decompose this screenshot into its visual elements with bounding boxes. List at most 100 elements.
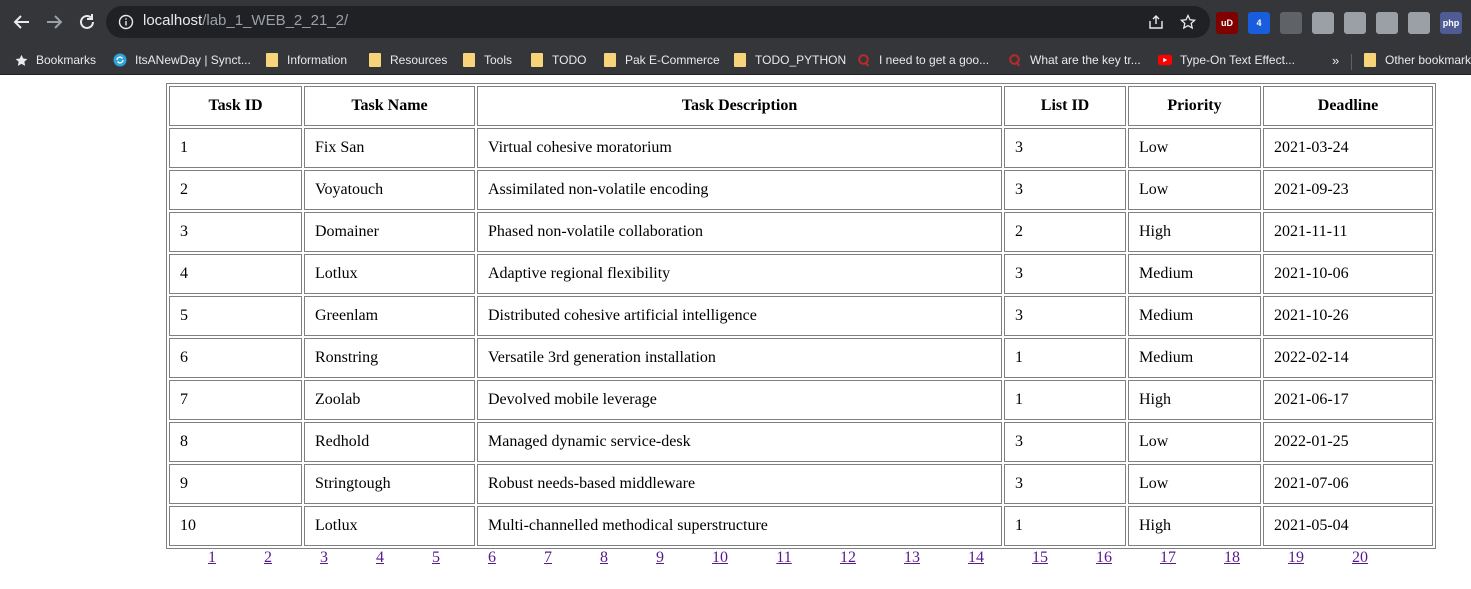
bookmark-label: ItsANewDay | Synct... [135, 53, 251, 67]
reload-icon [80, 14, 94, 29]
table-cell: 2021-10-06 [1263, 254, 1433, 294]
page-link[interactable]: 2 [264, 549, 272, 567]
chevron-double-right-icon: » [1332, 52, 1340, 68]
page-link[interactable]: 11 [776, 549, 791, 567]
table-cell: 5 [169, 296, 302, 336]
bookmarks-divider [1351, 54, 1352, 70]
bookmark-label: Information [287, 53, 348, 67]
star-icon [14, 53, 28, 67]
page-link[interactable]: 1 [208, 549, 216, 567]
table-row: 7 Zoolab Devolved mobile leverage 1 High 2021… [169, 380, 1433, 420]
table-cell: 6 [169, 338, 302, 378]
table-cell: Zoolab [304, 380, 475, 420]
table-header-row: Task ID Task Name Task Description List ID P… [169, 86, 1433, 126]
php-extension-icon[interactable]: php [1440, 12, 1462, 34]
bookmarks-bar: Bookmarks ItsANewDay | Synct... Informat… [0, 44, 1471, 75]
table-cell: Devolved mobile leverage [477, 380, 1002, 420]
quora-icon [1008, 53, 1022, 67]
ublock-origin-icon[interactable]: uD [1216, 12, 1238, 34]
page-link[interactable]: 9 [656, 549, 664, 567]
url-host: localhost [143, 12, 203, 29]
table-cell: Stringtough [304, 464, 475, 504]
bookmark-folder[interactable]: Tools [462, 49, 512, 71]
table-cell: 2022-02-14 [1263, 338, 1433, 378]
table-cell: 2021-07-06 [1263, 464, 1433, 504]
extensions-area: uD 4 php [1216, 11, 1462, 35]
table-cell: Redhold [304, 422, 475, 462]
bookmark-folder[interactable]: Pak E-Commerce [603, 49, 720, 71]
other-bookmarks-folder[interactable]: Other bookmarks [1363, 49, 1471, 71]
page-link[interactable]: 5 [432, 549, 440, 567]
bookmark-folder[interactable]: TODO [530, 49, 586, 71]
page-link[interactable]: 16 [1096, 549, 1112, 567]
site-favicon-icon [113, 53, 127, 67]
folder-icon [265, 53, 279, 67]
table-cell: Low [1128, 170, 1261, 210]
table-cell: 4 [169, 254, 302, 294]
table-cell: Lotlux [304, 254, 475, 294]
table-cell: Medium [1128, 296, 1261, 336]
page-link[interactable]: 20 [1352, 549, 1368, 567]
table-cell: 3 [1004, 464, 1126, 504]
bookmark-label: I need to get a goo... [879, 53, 990, 67]
bookmark-label: Bookmarks [36, 53, 97, 67]
table-cell: 1 [1004, 506, 1126, 546]
bookmark-folder[interactable]: Information [265, 49, 347, 71]
camera-extension-icon[interactable] [1344, 12, 1366, 34]
page-link[interactable]: 8 [600, 549, 608, 567]
reload-button[interactable] [75, 10, 99, 34]
copy-extension-icon[interactable] [1280, 12, 1302, 34]
table-body: 1 Fix San Virtual cohesive moratorium 3 Low 2… [169, 128, 1433, 546]
bookmark-item[interactable]: What are the key tr... [1008, 49, 1141, 71]
bookmark-item[interactable]: ItsANewDay | Synct... [113, 49, 251, 71]
bookmark-folder[interactable]: TODO_PYTHON [733, 49, 846, 71]
page-link[interactable]: 4 [376, 549, 384, 567]
page-link[interactable]: 19 [1288, 549, 1304, 567]
circle-extension-icon[interactable] [1312, 12, 1334, 34]
forward-button[interactable] [42, 10, 66, 34]
table-cell: Adaptive regional flexibility [477, 254, 1002, 294]
bookmark-folder[interactable]: Resources [368, 49, 447, 71]
table-cell: Phased non-volatile collaboration [477, 212, 1002, 252]
bitwarden-icon[interactable]: 4 [1248, 12, 1270, 34]
bookmark-label: TODO [552, 53, 587, 67]
table-cell: Distributed cohesive artificial intellig… [477, 296, 1002, 336]
page-link[interactable]: 14 [968, 549, 984, 567]
page-link[interactable]: 17 [1160, 549, 1176, 567]
share-icon[interactable] [1146, 12, 1166, 32]
page-link[interactable]: 13 [904, 549, 920, 567]
page-link[interactable]: 3 [320, 549, 328, 567]
bookmark-item[interactable]: Bookmarks [14, 49, 96, 71]
table-cell: 2021-09-23 [1263, 170, 1433, 210]
table-cell: 2021-05-04 [1263, 506, 1433, 546]
column-header: Task Name [304, 86, 475, 126]
bookmark-item[interactable]: Type-On Text Effect... [1158, 49, 1295, 71]
screen-extension-icon[interactable] [1408, 12, 1430, 34]
table-row: 9 Stringtough Robust needs-based middlewar… [169, 464, 1433, 504]
address-bar[interactable]: localhost/lab_1_WEB_2_21_2/ [106, 6, 1210, 38]
cloud-extension-icon[interactable] [1376, 12, 1398, 34]
page-link[interactable]: 10 [712, 549, 728, 567]
page-link[interactable]: 6 [488, 549, 496, 567]
back-button[interactable] [10, 10, 34, 34]
table-cell: 2021-11-11 [1263, 212, 1433, 252]
table-row: 1 Fix San Virtual cohesive moratorium 3 Low 2… [169, 128, 1433, 168]
info-icon[interactable] [118, 14, 134, 30]
page-link[interactable]: 12 [840, 549, 856, 567]
page-link[interactable]: 15 [1032, 549, 1048, 567]
table-cell: 2021-03-24 [1263, 128, 1433, 168]
bookmarks-overflow-button[interactable]: » [1332, 49, 1339, 71]
bookmark-star-icon[interactable] [1178, 12, 1198, 32]
table-cell: Low [1128, 128, 1261, 168]
table-cell: 2021-10-26 [1263, 296, 1433, 336]
table-cell: 8 [169, 422, 302, 462]
page-link[interactable]: 18 [1224, 549, 1240, 567]
bookmark-item[interactable]: I need to get a goo... [857, 49, 989, 71]
url-text[interactable]: localhost/lab_1_WEB_2_21_2/ [143, 12, 348, 29]
table-cell: 3 [1004, 170, 1126, 210]
table-cell: 1 [1004, 380, 1126, 420]
page-link[interactable]: 7 [544, 549, 552, 567]
table-cell: 3 [169, 212, 302, 252]
table-cell: Robust needs-based middleware [477, 464, 1002, 504]
quora-icon [857, 53, 871, 67]
